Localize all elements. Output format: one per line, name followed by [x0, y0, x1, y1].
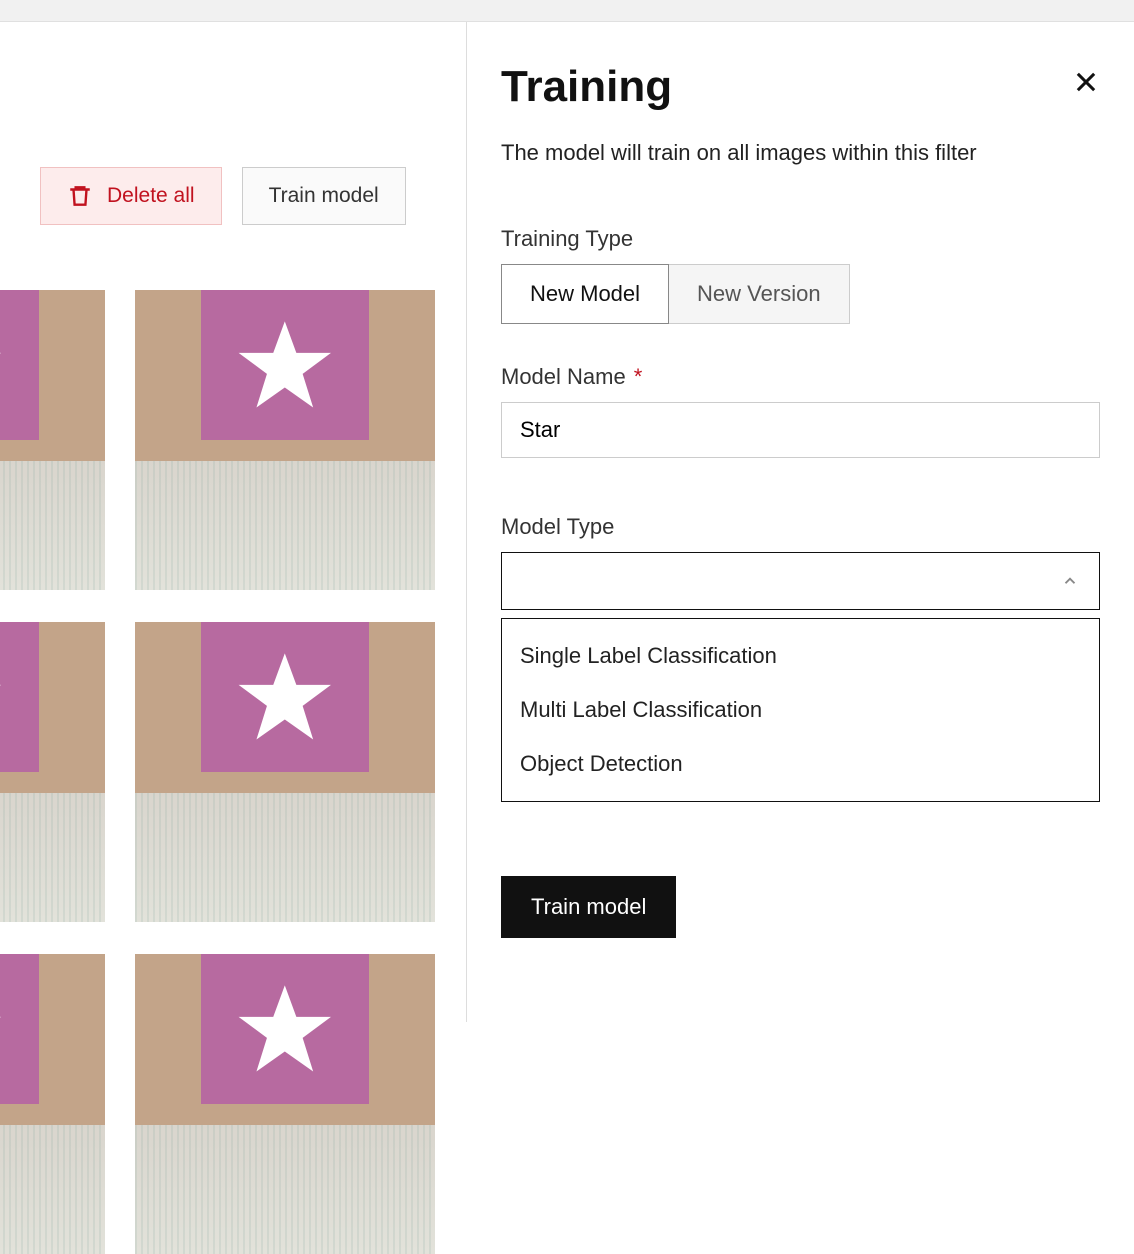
gallery-thumb[interactable] — [135, 622, 435, 922]
model-type-option-single[interactable]: Single Label Classification — [502, 629, 1099, 683]
gallery-thumb[interactable] — [0, 954, 105, 1254]
training-panel: Training The model will train on all ima… — [467, 22, 1134, 1022]
gallery-column: Delete all Train model — [0, 22, 467, 1022]
training-type-label: Training Type — [501, 226, 1100, 252]
training-type-new-version[interactable]: New Version — [668, 264, 850, 324]
model-type-dropdown: Single Label Classification Multi Label … — [501, 618, 1100, 802]
model-name-label: Model Name * — [501, 364, 1100, 390]
model-type-select[interactable] — [501, 552, 1100, 610]
gallery-action-row: Delete all Train model — [40, 167, 406, 225]
window-titlebar — [0, 0, 1134, 22]
chevron-up-icon — [1061, 572, 1079, 590]
model-type-label: Model Type — [501, 514, 1100, 540]
close-icon — [1072, 68, 1100, 96]
train-model-submit-button[interactable]: Train model — [501, 876, 676, 938]
main-split: Delete all Train model Training The mode… — [0, 22, 1134, 1022]
required-indicator: * — [634, 364, 643, 390]
gallery-thumb[interactable] — [0, 622, 105, 922]
gallery-thumb[interactable] — [0, 290, 105, 590]
training-type-new-model[interactable]: New Model — [501, 264, 669, 324]
training-type-segment: New Model New Version — [501, 264, 1100, 324]
gallery-thumb[interactable] — [135, 290, 435, 590]
close-button[interactable] — [1072, 68, 1100, 101]
gallery-thumb[interactable] — [135, 954, 435, 1254]
train-left-label: Train model — [269, 184, 379, 208]
model-name-input[interactable] — [501, 402, 1100, 458]
delete-all-label: Delete all — [107, 184, 195, 208]
delete-all-button[interactable]: Delete all — [40, 167, 222, 225]
model-type-option-multi[interactable]: Multi Label Classification — [502, 683, 1099, 737]
model-type-option-object[interactable]: Object Detection — [502, 737, 1099, 791]
trash-icon — [67, 181, 93, 211]
panel-title: Training — [501, 62, 1100, 112]
panel-description: The model will train on all images withi… — [501, 140, 1100, 166]
train-model-button-left[interactable]: Train model — [242, 167, 406, 225]
